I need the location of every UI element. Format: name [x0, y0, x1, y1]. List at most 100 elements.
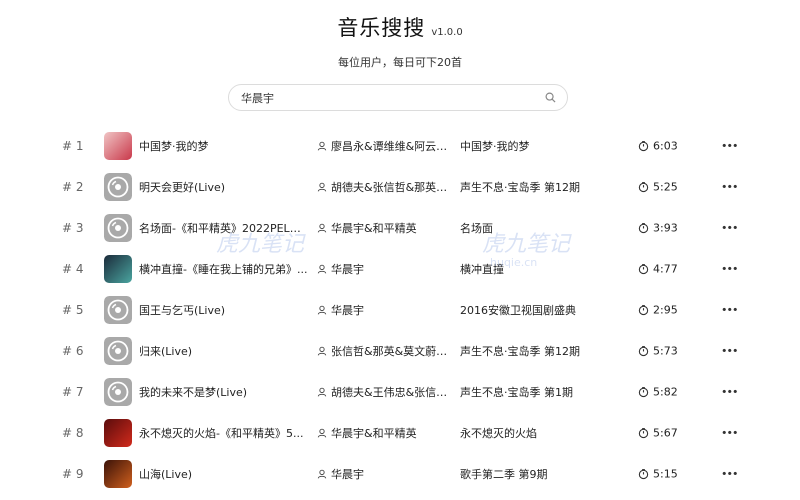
duration-text: 5:25: [653, 180, 678, 193]
song-index: # 2: [62, 179, 84, 194]
song-album[interactable]: 中国梦·我的梦: [460, 138, 620, 154]
clock-icon: [638, 304, 649, 315]
song-row[interactable]: # 6 归来(Live) 张信哲&那英&莫文蔚&... 声生不息·宝岛季 第12期 5:…: [0, 330, 800, 371]
duration-text: 5:67: [653, 426, 678, 439]
song-artist[interactable]: 胡德夫&王伟忠&张信哲...: [317, 384, 455, 400]
artist-name: 华晨宇: [331, 467, 364, 481]
song-row[interactable]: # 2 明天会更好(Live) 胡德夫&张信哲&那英&... 声生不息·宝岛季 第12…: [0, 166, 800, 207]
duration-text: 2:95: [653, 303, 678, 316]
duration-text: 5:15: [653, 467, 678, 480]
album-cover: [104, 254, 132, 283]
song-row[interactable]: # 4 横冲直撞-《睡在我上铺的兄弟》... 华晨宇 横冲直撞 4:77 •••: [0, 248, 800, 289]
album-cover: [104, 377, 132, 406]
song-duration: 5:25: [638, 180, 678, 193]
song-artist[interactable]: 华晨宇&和平精英: [317, 220, 455, 236]
artist-name: 廖昌永&谭维维&阿云嘎...: [331, 139, 455, 153]
song-title[interactable]: 国王与乞丐(Live): [139, 302, 309, 318]
song-row[interactable]: # 9 山海(Live) 华晨宇 歌手第二季 第9期 5:15 •••: [0, 453, 800, 494]
song-duration: 5:73: [638, 344, 678, 357]
song-artist[interactable]: 华晨宇: [317, 466, 455, 482]
song-title[interactable]: 永不熄灭的火焰-《和平精英》5...: [139, 425, 309, 441]
song-artist[interactable]: 华晨宇: [317, 261, 455, 277]
song-duration: 5:67: [638, 426, 678, 439]
user-icon: [317, 223, 327, 233]
artist-name: 张信哲&那英&莫文蔚&...: [331, 344, 455, 358]
clock-icon: [638, 222, 649, 233]
search-input[interactable]: [239, 90, 543, 105]
app-version: v1.0.0: [431, 27, 463, 38]
clock-icon: [638, 468, 649, 479]
album-cover: [104, 459, 132, 488]
song-title[interactable]: 明天会更好(Live): [139, 179, 309, 195]
user-icon: [317, 182, 327, 192]
song-album[interactable]: 歌手第二季 第9期: [460, 466, 620, 482]
album-cover: [104, 418, 132, 447]
clock-icon: [638, 386, 649, 397]
more-options-icon[interactable]: •••: [721, 385, 738, 398]
artist-name: 胡德夫&张信哲&那英&...: [331, 180, 455, 194]
duration-text: 5:82: [653, 385, 678, 398]
more-options-icon[interactable]: •••: [721, 344, 738, 357]
song-index: # 9: [62, 466, 84, 481]
song-list: # 1 中国梦·我的梦 廖昌永&谭维维&阿云嘎... 中国梦·我的梦 6:03 ••• # …: [0, 125, 800, 494]
clock-icon: [638, 140, 649, 151]
song-row[interactable]: # 8 永不熄灭的火焰-《和平精英》5... 华晨宇&和平精英 永不熄灭的火焰 5:67…: [0, 412, 800, 453]
clock-icon: [638, 345, 649, 356]
user-icon: [317, 141, 327, 151]
song-title[interactable]: 中国梦·我的梦: [139, 138, 309, 154]
song-index: # 5: [62, 302, 84, 317]
song-title[interactable]: 归来(Live): [139, 343, 309, 359]
song-artist[interactable]: 廖昌永&谭维维&阿云嘎...: [317, 138, 455, 154]
user-icon: [317, 387, 327, 397]
song-row[interactable]: # 5 国王与乞丐(Live) 华晨宇 2016安徽卫视国剧盛典 2:95 •••: [0, 289, 800, 330]
album-cover: [104, 172, 132, 201]
more-options-icon[interactable]: •••: [721, 139, 738, 152]
album-cover: [104, 295, 132, 324]
more-options-icon[interactable]: •••: [721, 262, 738, 275]
album-cover: [104, 131, 132, 160]
song-row[interactable]: # 1 中国梦·我的梦 廖昌永&谭维维&阿云嘎... 中国梦·我的梦 6:03 •••: [0, 125, 800, 166]
more-options-icon[interactable]: •••: [721, 467, 738, 480]
album-cover: [104, 336, 132, 365]
song-duration: 2:95: [638, 303, 678, 316]
song-album[interactable]: 声生不息·宝岛季 第1期: [460, 384, 620, 400]
user-icon: [317, 346, 327, 356]
song-duration: 5:15: [638, 467, 678, 480]
duration-text: 3:93: [653, 221, 678, 234]
song-row[interactable]: # 7 我的未来不是梦(Live) 胡德夫&王伟忠&张信哲... 声生不息·宝岛季 第…: [0, 371, 800, 412]
user-icon: [317, 264, 327, 274]
song-title[interactable]: 横冲直撞-《睡在我上铺的兄弟》...: [139, 261, 309, 277]
song-album[interactable]: 名场面: [460, 220, 620, 236]
song-artist[interactable]: 华晨宇&和平精英: [317, 425, 455, 441]
clock-icon: [638, 181, 649, 192]
user-icon: [317, 428, 327, 438]
song-title[interactable]: 山海(Live): [139, 466, 309, 482]
more-options-icon[interactable]: •••: [721, 303, 738, 316]
duration-text: 5:73: [653, 344, 678, 357]
song-index: # 7: [62, 384, 84, 399]
song-index: # 6: [62, 343, 84, 358]
song-album[interactable]: 永不熄灭的火焰: [460, 425, 620, 441]
song-artist[interactable]: 张信哲&那英&莫文蔚&...: [317, 343, 455, 359]
song-duration: 6:03: [638, 139, 678, 152]
song-row[interactable]: # 3 名场面-《和平精英》2022PEL年... 华晨宇&和平精英 名场面 3:93 •…: [0, 207, 800, 248]
artist-name: 胡德夫&王伟忠&张信哲...: [331, 385, 455, 399]
app-subtitle: 每位用户，每日可下20首: [338, 56, 462, 69]
song-album[interactable]: 2016安徽卫视国剧盛典: [460, 302, 620, 318]
artist-name: 华晨宇: [331, 303, 364, 317]
song-album[interactable]: 声生不息·宝岛季 第12期: [460, 343, 620, 359]
more-options-icon[interactable]: •••: [721, 221, 738, 234]
song-artist[interactable]: 华晨宇: [317, 302, 455, 318]
search-icon[interactable]: [543, 91, 557, 105]
more-options-icon[interactable]: •••: [721, 426, 738, 439]
song-artist[interactable]: 胡德夫&张信哲&那英&...: [317, 179, 455, 195]
song-title[interactable]: 名场面-《和平精英》2022PEL年...: [139, 220, 309, 236]
song-title[interactable]: 我的未来不是梦(Live): [139, 384, 309, 400]
more-options-icon[interactable]: •••: [721, 180, 738, 193]
duration-text: 6:03: [653, 139, 678, 152]
search-bar[interactable]: [228, 84, 568, 111]
album-cover: [104, 213, 132, 242]
user-icon: [317, 469, 327, 479]
song-album[interactable]: 横冲直撞: [460, 261, 620, 277]
song-album[interactable]: 声生不息·宝岛季 第12期: [460, 179, 620, 195]
